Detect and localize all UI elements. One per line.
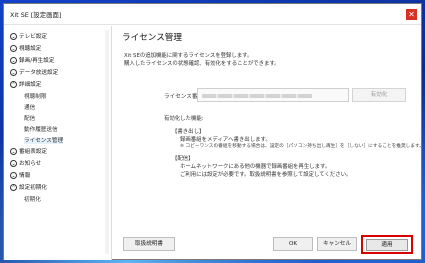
sidebar-item[interactable]: 視聴制限 — [24, 92, 46, 102]
sidebar-item-label: 通信 — [24, 105, 36, 111]
chevron-down-icon[interactable]: ⌄ — [10, 69, 17, 76]
chevron-down-icon[interactable]: ⌄ — [10, 160, 17, 167]
manual-button[interactable]: 取扱説明書 — [123, 237, 175, 251]
sidebar-item[interactable]: ⌄ データ放送設定 — [10, 68, 58, 78]
window-title: Xit SE [設定画面] — [10, 11, 62, 19]
chevron-down-icon[interactable]: ⌄ — [10, 57, 17, 64]
title-bar: Xit SE [設定画面] ✕ — [4, 4, 421, 25]
sidebar-item[interactable]: ⌄ テレビ設定 — [10, 32, 47, 42]
feature-export-desc: 録画番組をメディアへ書き出します。 — [180, 137, 271, 143]
sidebar-item-label: 情報 — [19, 173, 31, 179]
sidebar-item-label: 視聴制限 — [24, 94, 47, 100]
chevron-up-icon[interactable]: ⌃ — [10, 81, 17, 88]
sidebar-item-label: 動作履歴送信 — [24, 127, 58, 133]
feature-export-note: ※ コピーワンスの番組を移動する場合は、設定の［パソコン持ち出し再生］を［しない… — [180, 144, 424, 149]
sidebar-item[interactable]: 配信 — [24, 114, 35, 124]
sidebar-item-label: 録画/再生設定 — [19, 58, 55, 64]
sidebar-item[interactable]: ⌃ 詳細設定 — [10, 80, 41, 90]
chevron-down-icon[interactable]: ⌄ — [10, 148, 17, 155]
description-line-1: Xit SEの追加機能に関するライセンスを登録します。 — [124, 53, 253, 59]
settings-sidebar: ⌄ テレビ設定 ⌄ 視聴設定 ⌄ 録画/再生設定 ⌄ データ放送設定 ⌃ 詳細設定 視聴制限 通信 配信… — [4, 26, 112, 260]
ok-button[interactable]: OK — [273, 237, 313, 251]
chevron-down-icon[interactable]: ⌄ — [10, 45, 17, 52]
sidebar-item[interactable]: ⌄ 視聴設定 — [10, 44, 41, 54]
feature-export-title: 【書き出し】 — [172, 129, 205, 135]
sidebar-item-label: 設定初期化 — [19, 185, 47, 191]
sidebar-item-label: 配信 — [24, 116, 36, 122]
sidebar-item[interactable]: ⌄ お知らせ — [10, 159, 41, 169]
sidebar-item-label: データ放送設定 — [19, 70, 59, 76]
sidebar-item[interactable]: ⌄ 録画/再生設定 — [10, 56, 54, 66]
license-number-input[interactable] — [197, 88, 349, 102]
chevron-down-icon[interactable]: ⌄ — [10, 33, 17, 40]
sidebar-item-label: 視聴設定 — [19, 46, 42, 52]
cancel-button[interactable]: キャンセル — [317, 237, 357, 251]
feature-stream-desc-2: ご利用には設定が必要です。取扱説明書を参照して設定してください。 — [180, 172, 352, 178]
sidebar-item-label: お知らせ — [19, 161, 42, 167]
sidebar-item-label: 初期化 — [24, 197, 41, 203]
chevron-up-icon[interactable]: ⌃ — [10, 184, 17, 191]
sidebar-item[interactable]: ライセンス管理 — [24, 136, 64, 146]
sidebar-item[interactable]: ⌄ 情報 — [10, 171, 30, 181]
sidebar-scrollbar[interactable] — [105, 30, 109, 254]
apply-button-highlight: 適用 — [361, 235, 413, 254]
feature-stream-desc-1: ホームネットワークにある他の機器で録画番組を再生します。 — [180, 164, 331, 170]
chevron-down-icon[interactable]: ⌄ — [10, 172, 17, 179]
settings-window: Xit SE [設定画面] ✕ ⌄ テレビ設定 ⌄ 視聴設定 ⌄ 録画/再生設定 ⌄ データ放… — [3, 3, 424, 260]
sidebar-item-label: テレビ設定 — [19, 34, 47, 40]
apply-button[interactable]: 適用 — [366, 239, 408, 251]
page-title: ライセンス管理 — [122, 33, 182, 43]
sidebar-item-label: 詳細設定 — [19, 82, 42, 88]
sidebar-item-label: ライセンス管理 — [24, 138, 64, 144]
sidebar-item[interactable]: 初期化 — [24, 195, 41, 205]
feature-stream-title: 【配信】 — [172, 156, 194, 162]
enabled-features-header: 有効化した機能: — [164, 116, 204, 122]
license-number-redacted — [202, 94, 312, 98]
sidebar-item[interactable]: 通信 — [24, 103, 35, 113]
sidebar-item[interactable]: ⌄ 番組表設定 — [10, 147, 47, 157]
close-icon[interactable]: ✕ — [406, 9, 417, 20]
sidebar-item-label: 番組表設定 — [19, 149, 47, 155]
description-line-2: 購入したライセンスの状態確認、有効化をすることができます。 — [124, 61, 280, 67]
sidebar-item[interactable]: 動作履歴送信 — [24, 125, 58, 135]
activate-button[interactable]: 有効化 — [352, 88, 406, 102]
sidebar-item[interactable]: ⌃ 設定初期化 — [10, 183, 47, 193]
